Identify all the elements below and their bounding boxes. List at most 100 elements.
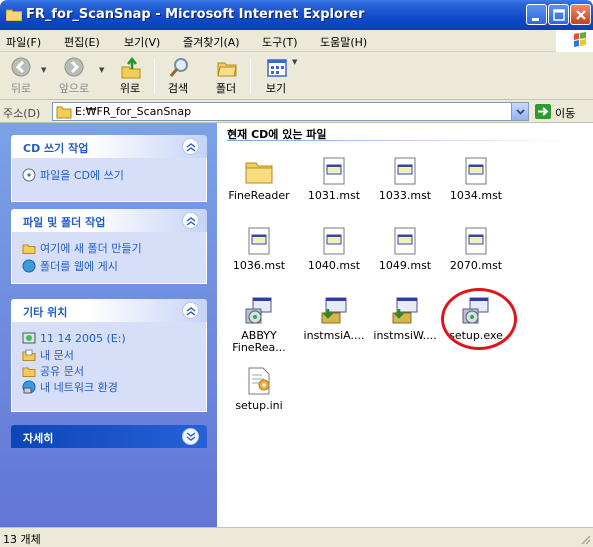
up-button[interactable]: 위로 <box>112 54 148 98</box>
task-drive-e[interactable]: 11 14 2005 (E:) <box>22 331 126 345</box>
folders-button[interactable]: 폴더 <box>208 54 244 98</box>
task-label: 파일을 CD에 쓰기 <box>40 169 124 182</box>
file-item-2070[interactable]: 2070.mst <box>441 225 511 272</box>
panel-header[interactable]: 자세히 <box>11 425 207 448</box>
task-label: 여기에 새 폴더 만들기 <box>40 242 142 255</box>
file-item-finereader[interactable]: FineReader <box>224 155 294 202</box>
task-label: 폴더를 웹에 게시 <box>40 260 118 273</box>
forward-label: 앞으로 <box>58 82 90 95</box>
up-label: 위로 <box>119 82 141 95</box>
collapse-button[interactable] <box>182 302 199 319</box>
address-dropdown-button[interactable] <box>511 103 528 120</box>
file-name: 1031.mst <box>307 190 361 202</box>
task-write-cd[interactable]: 파일을 CD에 쓰기 <box>22 167 124 183</box>
file-item-1031[interactable]: 1031.mst <box>299 155 369 202</box>
panel-title: CD 쓰기 작업 <box>23 142 89 155</box>
folders-icon <box>217 62 237 77</box>
go-label[interactable]: 이동 <box>555 105 575 121</box>
file-name-line2: FineRea... <box>232 342 286 354</box>
panel-header[interactable]: 기타 위치 <box>11 299 207 322</box>
panel-details: 자세히 <box>11 425 207 448</box>
search-button[interactable]: 검색 <box>160 54 196 98</box>
file-item-1033[interactable]: 1033.mst <box>370 155 440 202</box>
menu-file[interactable]: 파일(F) <box>6 34 41 50</box>
menu-edit[interactable]: 편집(E) <box>64 34 100 50</box>
minimize-icon <box>532 18 539 21</box>
windows-logo <box>556 30 593 52</box>
task-shared-documents[interactable]: 공유 문서 <box>22 363 84 379</box>
panel-title: 기타 위치 <box>23 306 68 319</box>
menu-view[interactable]: 보기(V) <box>124 34 160 50</box>
file-item-1034[interactable]: 1034.mst <box>441 155 511 202</box>
network-icon <box>22 380 36 394</box>
installer-icon <box>245 297 272 324</box>
maximize-button[interactable] <box>548 4 569 25</box>
panel-cd-write: CD 쓰기 작업 파일을 CD에 쓰기 <box>11 135 207 202</box>
shared-folder-icon <box>22 367 36 377</box>
expand-button[interactable] <box>182 428 199 445</box>
file-list[interactable]: 현재 CD에 있는 파일 FineReader 1031.mst 1033.ms… <box>217 123 593 527</box>
task-new-folder[interactable]: 여기에 새 폴더 만들기 <box>22 240 142 256</box>
chevron-up-icon <box>186 217 196 226</box>
menu-tools[interactable]: 도구(T) <box>262 34 298 50</box>
collapse-button[interactable] <box>182 138 199 155</box>
cd-write-icon <box>22 168 36 182</box>
file-item-abbyy[interactable]: ABBYY FineRea... <box>224 295 294 354</box>
title-bar[interactable]: FR_for_ScanSnap - Microsoft Internet Exp… <box>0 0 593 30</box>
back-button[interactable]: 뒤로 <box>4 54 38 98</box>
panel-header[interactable]: 파일 및 폴더 작업 <box>11 209 207 232</box>
panel-body: 파일을 CD에 쓰기 <box>11 158 207 202</box>
file-name: 1040.mst <box>307 260 361 272</box>
file-name: setup.ini <box>235 400 283 412</box>
forward-button[interactable]: 앞으로 <box>52 54 96 98</box>
close-button[interactable] <box>570 4 591 25</box>
window-title: FR_for_ScanSnap - Microsoft Internet Exp… <box>26 7 365 22</box>
minimize-button[interactable] <box>526 4 547 25</box>
menu-help[interactable]: 도움말(H) <box>320 34 367 50</box>
chevron-down-icon <box>516 109 525 115</box>
cd-drive-icon <box>22 332 36 344</box>
file-item-instmsia[interactable]: instmsiA.... <box>299 295 369 342</box>
menu-favorites[interactable]: 즐겨찾기(A) <box>183 34 240 50</box>
panel-header[interactable]: CD 쓰기 작업 <box>11 135 207 158</box>
views-icon <box>267 59 287 77</box>
exe-installer-icon <box>321 297 347 324</box>
file-name: 1036.mst <box>232 260 286 272</box>
group-divider <box>227 140 577 141</box>
address-input[interactable]: E:₩FR_for_ScanSnap <box>52 102 529 121</box>
back-dropdown-icon[interactable]: ▼ <box>41 66 46 74</box>
mst-file-icon <box>323 227 345 255</box>
folder-icon <box>6 9 22 21</box>
menu-bar: 파일(F) 편집(E) 보기(V) 즐겨찾기(A) 도구(T) 도움말(H) <box>0 30 593 52</box>
mst-file-icon <box>323 157 345 185</box>
task-my-network[interactable]: 내 네트워크 환경 <box>22 379 118 395</box>
folder-icon <box>245 162 273 184</box>
views-button[interactable]: 보기 <box>258 54 294 98</box>
address-label: 주소(D) <box>3 107 41 120</box>
collapse-button[interactable] <box>182 212 199 229</box>
file-name: FineReader <box>228 190 290 202</box>
folder-icon <box>56 106 72 119</box>
file-item-instmsiw[interactable]: instmsiW.... <box>370 295 440 342</box>
file-item-1036[interactable]: 1036.mst <box>224 225 294 272</box>
file-item-1049[interactable]: 1049.mst <box>370 225 440 272</box>
file-name: 1049.mst <box>378 260 432 272</box>
panel-body: 11 14 2005 (E:) 내 문서 공유 문서 내 네트워크 환경 <box>11 322 207 412</box>
search-label: 검색 <box>167 82 189 95</box>
panel-file-folder: 파일 및 폴더 작업 여기에 새 폴더 만들기 폴더를 웹에 게시 <box>11 209 207 284</box>
go-arrow-icon <box>538 107 549 116</box>
forward-arrow-icon <box>64 57 84 77</box>
resize-grip-icon[interactable] <box>579 533 591 545</box>
task-label: 공유 문서 <box>40 365 84 378</box>
file-item-1040[interactable]: 1040.mst <box>299 225 369 272</box>
task-my-documents[interactable]: 내 문서 <box>22 347 74 363</box>
chevron-down-icon <box>186 432 196 441</box>
task-publish-web[interactable]: 폴더를 웹에 게시 <box>22 258 118 274</box>
go-button[interactable] <box>535 104 551 119</box>
views-dropdown-icon[interactable]: ▼ <box>292 58 297 66</box>
views-label: 보기 <box>265 82 287 95</box>
file-item-setup-ini[interactable]: setup.ini <box>224 365 294 412</box>
chevron-up-icon <box>186 143 196 152</box>
forward-dropdown-icon[interactable]: ▼ <box>99 66 104 74</box>
file-name: ABBYY <box>241 330 277 342</box>
